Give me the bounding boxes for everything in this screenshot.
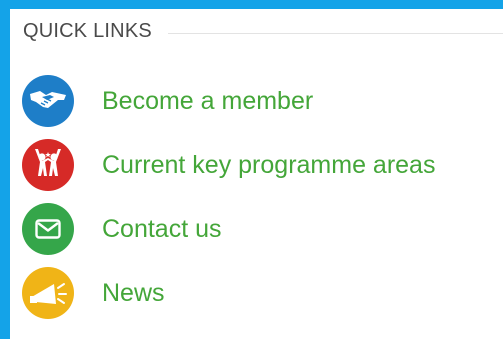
header-divider xyxy=(167,32,503,34)
envelope-icon xyxy=(22,203,74,255)
quick-link-news[interactable]: News xyxy=(22,261,503,325)
quick-links-header: QUICK LINKS xyxy=(23,20,503,42)
link-label[interactable]: Become a member xyxy=(102,87,313,116)
handshake-icon xyxy=(22,75,74,127)
quick-links-list: Become a member Current key programme ar… xyxy=(22,69,503,325)
quick-links-panel: QUICK LINKS Become a member Current key … xyxy=(10,9,503,339)
megaphone-icon xyxy=(22,267,74,319)
quick-link-key-programme-areas[interactable]: Current key programme areas xyxy=(22,133,503,197)
quick-link-contact-us[interactable]: Contact us xyxy=(22,197,503,261)
link-label[interactable]: Contact us xyxy=(102,215,222,244)
people-raising-hands-icon xyxy=(22,139,74,191)
link-label[interactable]: Current key programme areas xyxy=(102,151,435,180)
quick-links-title: QUICK LINKS xyxy=(23,19,152,42)
quick-link-become-member[interactable]: Become a member xyxy=(22,69,503,133)
link-label[interactable]: News xyxy=(102,279,165,308)
